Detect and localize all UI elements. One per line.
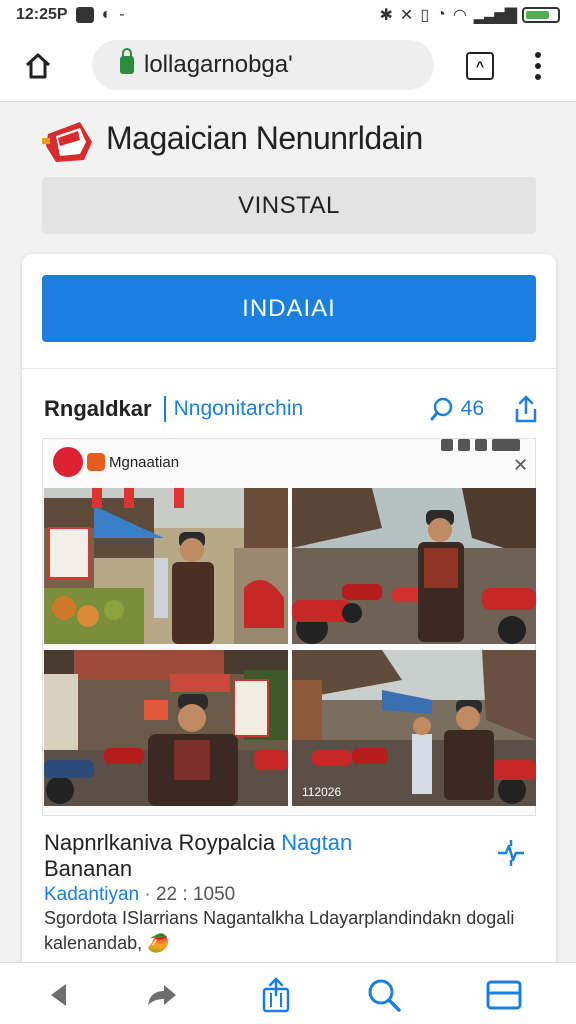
tab-switcher-button[interactable]: ^	[466, 52, 494, 80]
post-card: INDAIAI Rngaldkar Nngonitarchin 46 Mgnaa…	[22, 254, 556, 974]
post-title-link[interactable]: Nagtan	[281, 830, 352, 855]
post-title[interactable]: Napnrlkaniva Roypalcia Nagtan Bananan	[44, 830, 484, 882]
home-button[interactable]	[20, 48, 56, 84]
separator	[163, 396, 166, 422]
comment-count: 46	[460, 397, 484, 420]
post-title-text: Napnrlkaniva Roypalcia	[44, 830, 282, 855]
comments-button[interactable]: 46	[429, 396, 484, 422]
browser-toolbar: lollagarnobga' ^	[0, 30, 576, 102]
post-description: Sgordota ISlarrians Nagantalkha Ldayarpl…	[44, 906, 524, 956]
post-title-line2: Bananan	[44, 856, 133, 881]
sync-icon: ◐	[101, 6, 112, 23]
pulse-icon	[498, 840, 524, 866]
inner-title: Mgnaatian	[109, 454, 180, 471]
share-box-icon	[262, 977, 290, 1013]
post-location[interactable]: Kadantiyan	[44, 884, 139, 905]
back-button[interactable]	[38, 975, 78, 1015]
inner-badge-icon	[87, 453, 105, 471]
post-author[interactable]: Rngaldkar	[44, 396, 152, 422]
share-icon	[515, 395, 537, 423]
photo-motorbike-row	[292, 488, 536, 644]
dash-icon: -	[119, 6, 125, 23]
install-button-secondary[interactable]: VINSTAL	[42, 177, 536, 234]
battery-icon	[522, 7, 560, 23]
post-image-collage[interactable]: Mgnaatian ✕ 112026	[42, 438, 536, 816]
pin-button[interactable]	[494, 836, 528, 870]
status-time: 12:25P	[16, 6, 68, 23]
mute-icon: ✕	[399, 7, 414, 24]
tabs-icon	[486, 980, 522, 1010]
app-logo-icon	[42, 122, 92, 162]
search-icon	[368, 979, 401, 1012]
inner-status-icons	[441, 439, 520, 451]
url-text: lollagarnobga'	[144, 51, 293, 78]
wifi-icon: ◠	[452, 7, 467, 24]
alarm-icon: ◔	[436, 6, 446, 23]
vibrate-icon: ▯	[420, 7, 430, 24]
address-bar[interactable]: lollagarnobga'	[92, 40, 434, 90]
forward-button[interactable]	[142, 975, 182, 1015]
back-arrow-icon	[51, 984, 66, 1006]
forward-arrow-icon	[148, 985, 176, 1005]
photo-market-stall	[44, 488, 288, 644]
share-button[interactable]	[514, 395, 538, 423]
search-button[interactable]	[364, 975, 404, 1015]
post-meta: Kadantiyan · 22 : 1050	[44, 884, 235, 906]
notification-icon	[75, 7, 94, 23]
install-button-primary[interactable]: INDAIAI	[42, 275, 536, 342]
home-icon	[25, 53, 51, 79]
signal-icon: ▂▃▅▇	[473, 7, 517, 24]
meta-separator: ·	[144, 884, 151, 905]
menu-dot-icon	[535, 63, 541, 69]
post-category-link[interactable]: Nngonitarchin	[174, 397, 304, 421]
bottom-navigation	[0, 962, 576, 1024]
post-time: 22 : 1050	[155, 884, 236, 905]
share-nav-button[interactable]	[256, 975, 296, 1015]
post-description-text: Sgordota ISlarrians Nagantalkha Ldayarpl…	[44, 908, 515, 953]
divider	[22, 368, 556, 369]
tabs-button[interactable]	[484, 975, 524, 1015]
photo-street-banner	[44, 650, 288, 806]
bluetooth-icon: ✱	[379, 7, 393, 24]
inner-close-icon: ✕	[513, 455, 529, 475]
photo-timestamp: 112026	[302, 785, 341, 799]
mango-emoji-icon: 🥭	[147, 933, 170, 953]
menu-dot-icon	[535, 74, 541, 80]
inner-app-bar: Mgnaatian ✕	[43, 439, 537, 483]
status-bar: 12:25P ◐ - ✱ ✕ ▯ ◔ ◠ ▂▃▅▇	[0, 0, 576, 30]
menu-dot-icon	[535, 52, 541, 58]
overflow-menu-button[interactable]	[528, 50, 548, 82]
app-title: Magaician Nenunrldain	[106, 120, 423, 156]
lock-icon	[120, 48, 134, 74]
inner-logo-icon	[53, 447, 83, 477]
post-header: Rngaldkar Nngonitarchin 46	[44, 392, 538, 426]
photo-handshake: 112026	[292, 650, 536, 806]
comment-search-icon	[430, 397, 452, 421]
